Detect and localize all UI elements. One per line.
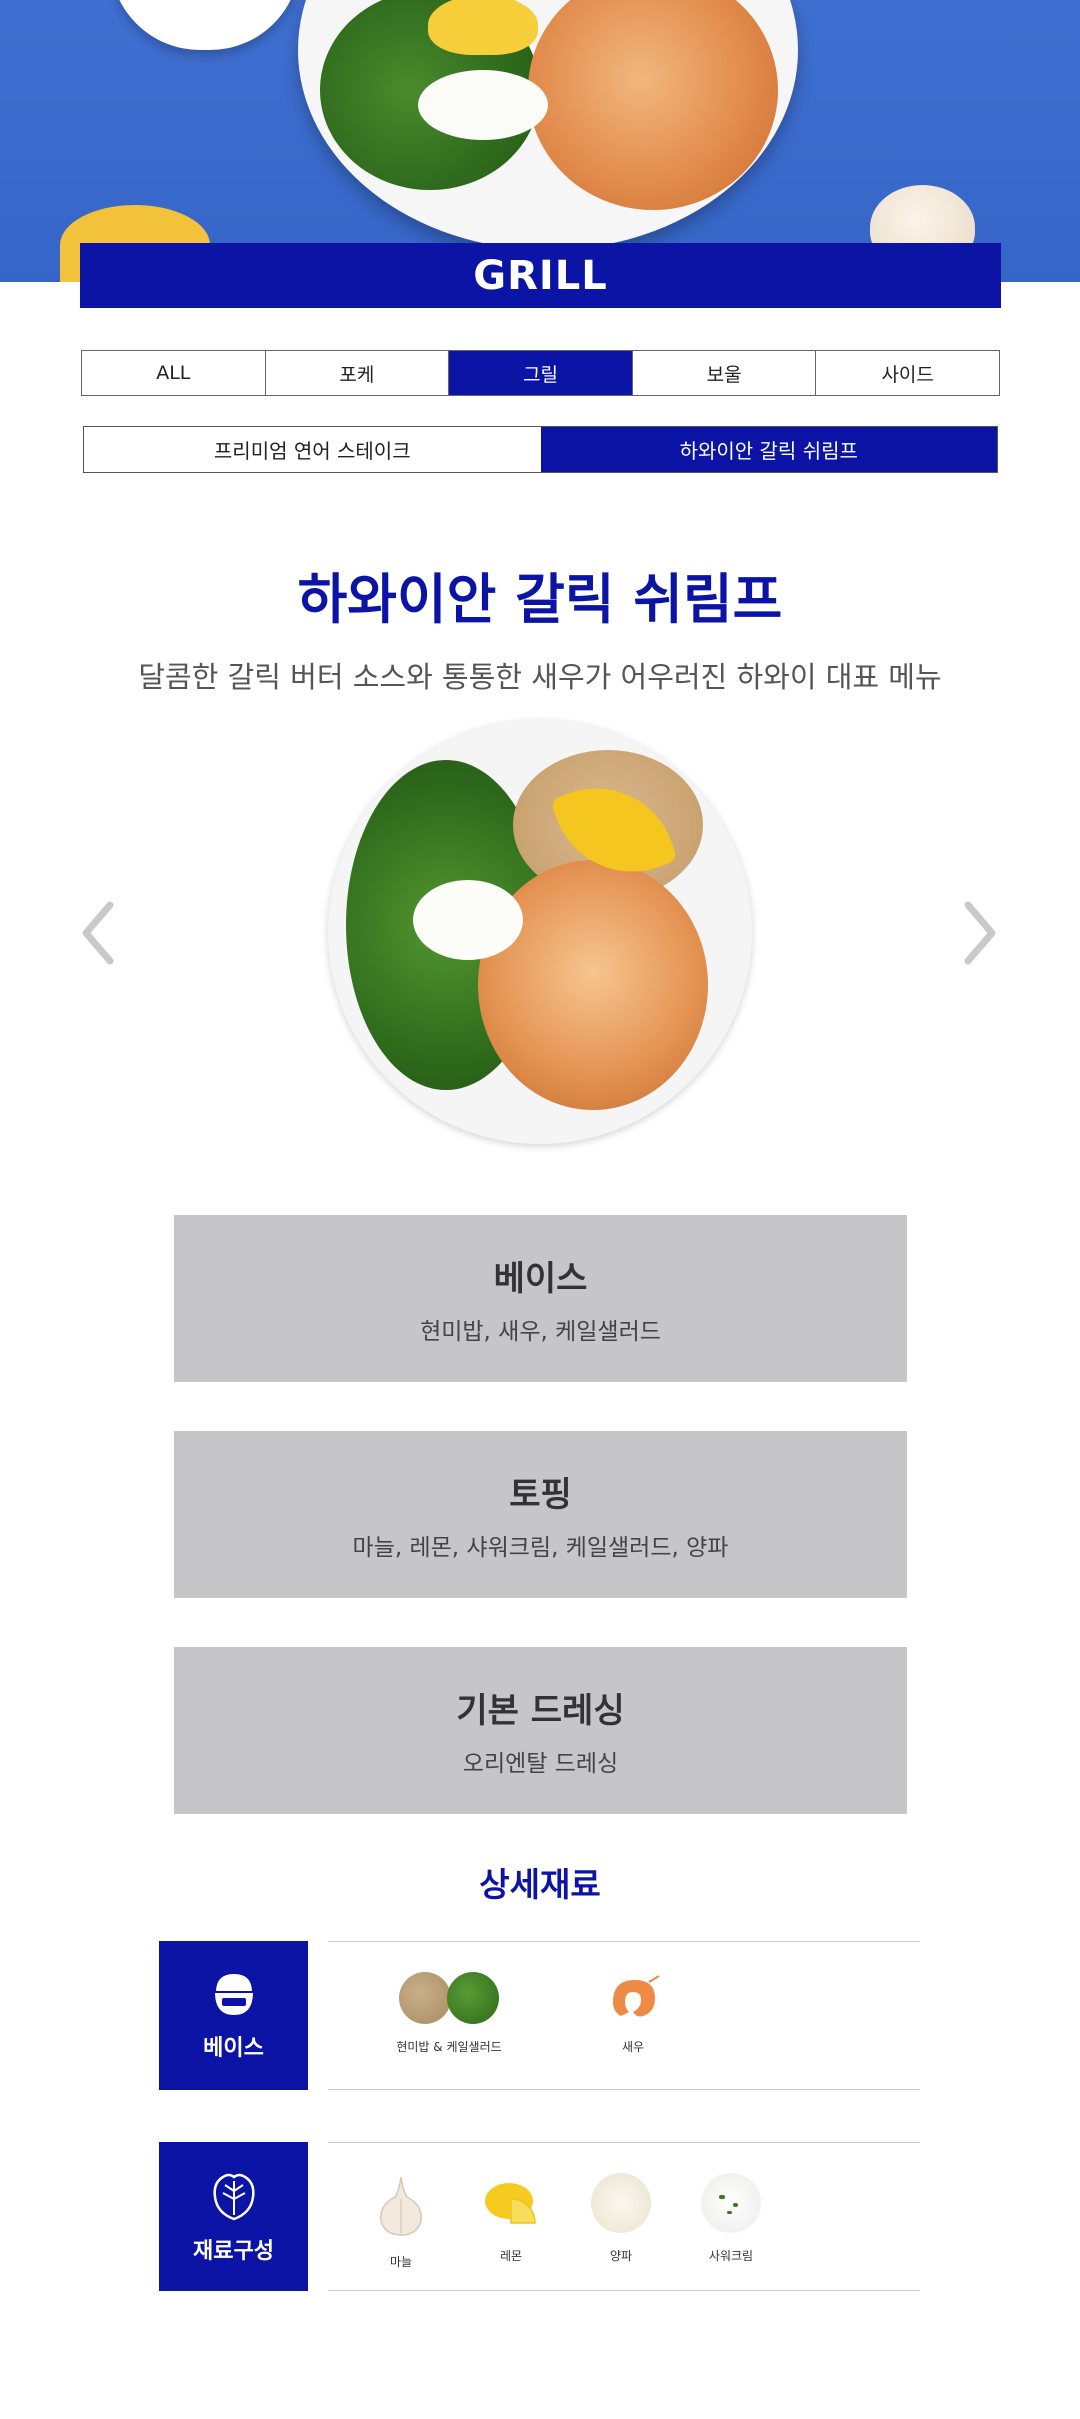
info-box-topping: 토핑 마늘, 레몬, 샤워크림, 케일샐러드, 양파 xyxy=(174,1431,907,1598)
hero-cream xyxy=(418,70,548,140)
info-box-base: 베이스 현미밥, 새우, 케일샐러드 xyxy=(174,1215,907,1382)
tab-side[interactable]: 사이드 xyxy=(816,351,999,395)
menu-description: 달콤한 갈릭 버터 소스와 통통한 새우가 어우러진 하와이 대표 메뉴 xyxy=(138,660,942,694)
kale-icon xyxy=(447,1972,499,2024)
ingredient-name: 레몬 xyxy=(499,2249,523,2263)
dish-cream xyxy=(413,880,523,960)
info-box-content: 현미밥, 새우, 케일샐러드 xyxy=(420,1319,661,1345)
tab-bowl[interactable]: 보울 xyxy=(632,351,817,395)
menu-sub-tabs: 프리미엄 연어 스테이크 하와이안 갈릭 쉬림프 xyxy=(83,426,998,473)
info-box-dressing: 기본 드레싱 오리엔탈 드레싱 xyxy=(174,1647,907,1814)
lemon-icon xyxy=(485,2183,536,2224)
ingredient-name: 현미밥 & 케일샐러드 xyxy=(396,2040,502,2054)
info-box-content: 오리엔탈 드레싱 xyxy=(462,1751,619,1777)
tab-poke[interactable]: 포케 xyxy=(265,351,450,395)
lettuce-icon xyxy=(212,2173,255,2220)
info-box-title: 베이스 xyxy=(493,1259,588,1299)
ingredient-name: 마늘 xyxy=(389,2255,413,2269)
ingredient-item: 새우 xyxy=(568,1972,698,2055)
sour-cream-icon xyxy=(701,2173,761,2233)
ingredient-name: 양파 xyxy=(609,2249,633,2263)
ingredients-label: 재료구성 xyxy=(193,2238,274,2264)
onion-icon xyxy=(591,2173,651,2233)
dish-image xyxy=(328,720,752,1144)
tab-grill[interactable]: 그릴 xyxy=(449,351,633,395)
info-box-title: 기본 드레싱 xyxy=(456,1691,625,1731)
ingredient-item: 현미밥 & 케일샐러드 xyxy=(384,1972,514,2055)
tab-all[interactable]: ALL xyxy=(82,351,266,395)
rice-icon xyxy=(399,1972,451,2024)
base-label: 베이스 xyxy=(203,2035,264,2061)
ingredient-item: 사워크림 xyxy=(666,2173,796,2264)
subtab-garlic-shrimp[interactable]: 하와이안 갈릭 쉬림프 xyxy=(540,427,997,472)
category-banner: GRILL xyxy=(80,243,1001,308)
ingredient-name: 새우 xyxy=(621,2040,645,2054)
details-title: 상세재료 xyxy=(479,1865,601,1904)
shrimp-icon xyxy=(613,1975,660,2017)
prev-button[interactable] xyxy=(78,898,118,968)
category-tabs: ALL 포케 그릴 보울 사이드 xyxy=(81,350,1000,396)
hero-plate xyxy=(298,0,798,250)
base-label-box: 베이스 xyxy=(159,1941,308,2090)
ingredient-name: 사워크림 xyxy=(708,2249,754,2263)
hero-lemon xyxy=(428,0,538,55)
ingredients-label-box: 재료구성 xyxy=(159,2142,308,2291)
hero-sauce-bowl xyxy=(110,0,300,50)
ingredients-row: 마늘 레몬 양파 사워크림 xyxy=(328,2142,920,2291)
info-box-title: 토핑 xyxy=(509,1475,572,1515)
base-ingredients-row: 현미밥 & 케일샐러드 새우 xyxy=(328,1941,920,2090)
chevron-right-icon xyxy=(964,901,996,965)
menu-title: 하와이안 갈릭 쉬림프 xyxy=(297,568,783,631)
info-box-content: 마늘, 레몬, 샤워크림, 케일샐러드, 양파 xyxy=(352,1535,729,1561)
subtab-salmon-steak[interactable]: 프리미엄 연어 스테이크 xyxy=(84,427,541,472)
rice-bowl-icon xyxy=(212,1973,255,2017)
garlic-icon xyxy=(380,2176,422,2236)
chevron-left-icon xyxy=(82,901,114,965)
hero-image xyxy=(0,0,1080,282)
next-button[interactable] xyxy=(960,898,1000,968)
hero-shrimp xyxy=(528,0,778,210)
